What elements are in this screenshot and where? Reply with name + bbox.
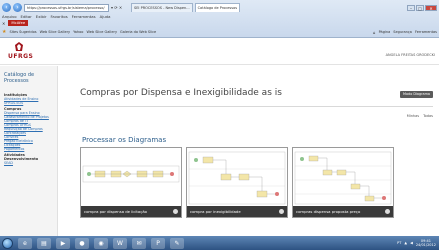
diagram-mode-button[interactable]: Modo Diagrama: [400, 91, 433, 98]
command-ferramentas[interactable]: Ferramentas: [415, 30, 437, 35]
paint-icon[interactable]: ✎: [170, 237, 184, 249]
ufrgs-emblem-icon: [15, 42, 23, 51]
sidebar: Catálogo de Processos Instituições Ativi…: [0, 66, 58, 236]
system-tray: PT ▲ ◀ 09:41 24/01/2012: [397, 239, 439, 247]
address-bar[interactable]: https://processos.ufrgs.br/sistema/proce…: [24, 3, 109, 12]
bpmn-diagram-thumbnail: [188, 151, 286, 205]
menu-favoritos[interactable]: Favoritos: [51, 14, 68, 20]
action-todas[interactable]: Todas: [423, 114, 433, 118]
clock-date: 24/01/2012: [415, 243, 436, 247]
language-indicator[interactable]: PT: [397, 241, 401, 245]
mcafee-button[interactable]: McAfee: [8, 20, 29, 26]
play-icon[interactable]: [173, 209, 178, 214]
card-caption-text: compra por dispensa de licitação: [84, 209, 147, 214]
tab-sei-processos[interactable]: SEI PROCESSOS - New Dispen...: [131, 3, 193, 12]
tab-catalogo[interactable]: Catálogo de Processos: [194, 3, 241, 12]
home-icon[interactable]: ⌂: [373, 30, 376, 35]
forward-arrow-icon[interactable]: ›: [13, 3, 22, 12]
bpmn-diagram-thumbnail: [82, 165, 180, 183]
view-actions: Minhas Todas: [407, 114, 433, 118]
site-header: UFRGS ANGELA FREITAS GRODECKI: [0, 39, 439, 65]
menu-ferramentas[interactable]: Ferramentas: [72, 14, 96, 20]
window-controls: – □ ✕: [407, 4, 437, 11]
bpmn-diagram-thumbnail: [294, 151, 392, 205]
menu-ajuda[interactable]: Ajuda: [100, 14, 111, 20]
command-bar: ⌂ Página Segurança Ferramentas: [373, 30, 437, 35]
volume-icon[interactable]: ◀: [410, 241, 413, 245]
chrome-icon[interactable]: ◉: [94, 237, 108, 249]
play-icon[interactable]: [279, 209, 284, 214]
command-pagina[interactable]: Página: [379, 30, 391, 35]
taskbar: e ▤ ▶ ● ◉ W ✉ P ✎ PT ▲ ◀ 09:41 24/01/201…: [0, 236, 439, 250]
diagram-card[interactable]: compra por inexigibilidade: [186, 147, 288, 218]
internet-explorer-icon[interactable]: e: [18, 237, 32, 249]
network-icon[interactable]: ▲: [404, 241, 407, 245]
folder-icon[interactable]: ▤: [37, 237, 51, 249]
favorites-bar: ★ Sites Sugeridos Web Slice Gallery Yaho…: [2, 28, 437, 36]
browser-chrome: ‹ › https://processos.ufrgs.br/sistema/p…: [0, 0, 439, 38]
favorite-link[interactable]: Yahoo: [73, 30, 83, 34]
divider: [80, 106, 433, 107]
card-caption-text: compras dispensa proposta preço: [296, 209, 361, 214]
main-content: Compras por Dispensa e Inexigibilidade a…: [60, 66, 439, 236]
firefox-icon[interactable]: ●: [75, 237, 89, 249]
favorite-link[interactable]: Web Slice Gallery: [40, 30, 71, 34]
section-title: Processar os Diagramas: [82, 136, 167, 144]
logo-text: UFRGS: [8, 53, 34, 60]
diagram-cards: compra por dispensa de licitação compra …: [80, 147, 394, 218]
card-caption: compras dispensa proposta preço: [293, 206, 393, 217]
word-icon[interactable]: W: [113, 237, 127, 249]
start-button[interactable]: [2, 237, 13, 249]
navigation-bar: ‹ › https://processos.ufrgs.br/sistema/p…: [2, 2, 437, 13]
user-name[interactable]: ANGELA FREITAS GRODECKI: [386, 53, 435, 57]
menu-exibir[interactable]: Exibir: [36, 14, 47, 20]
sidebar-title[interactable]: Catálogo de Processos: [4, 72, 53, 84]
close-toolbar-icon[interactable]: ✕: [2, 21, 5, 26]
minimize-icon[interactable]: –: [407, 4, 415, 11]
page-title: Compras por Dispensa e Inexigibilidade a…: [80, 88, 282, 98]
ufrgs-logo[interactable]: UFRGS: [8, 42, 34, 60]
close-icon[interactable]: ✕: [425, 4, 437, 11]
media-player-icon[interactable]: ▶: [56, 237, 70, 249]
powerpoint-icon[interactable]: P: [151, 237, 165, 249]
card-caption: compra por inexigibilidade: [187, 206, 287, 217]
command-seguranca[interactable]: Segurança: [393, 30, 412, 35]
sidebar-link[interactable]: SEAD: [4, 161, 53, 165]
sidebar-link[interactable]: Pagamentos: [4, 147, 53, 151]
play-icon[interactable]: [385, 209, 390, 214]
back-arrow-icon[interactable]: ‹: [2, 3, 11, 12]
diagram-card[interactable]: compra por dispensa de licitação: [80, 147, 182, 218]
refresh-icon[interactable]: ▾ ⟳ ✕: [111, 5, 129, 10]
sidebar-link[interactable]: UFRGS-SOS: [4, 101, 53, 105]
card-caption-text: compra por inexigibilidade: [190, 209, 241, 214]
star-icon[interactable]: ★: [2, 29, 6, 35]
addon-toolbar: ✕ McAfee: [2, 20, 29, 26]
maximize-icon[interactable]: □: [416, 4, 424, 11]
card-caption: compra por dispensa de licitação: [81, 206, 181, 217]
favorite-link[interactable]: Sites Sugeridos: [9, 30, 36, 34]
favorite-link[interactable]: Galeria do Web Slice: [120, 30, 156, 34]
favorite-link[interactable]: Web Slice Gallery: [86, 30, 117, 34]
action-minhas[interactable]: Minhas: [407, 114, 419, 118]
clock[interactable]: 09:41 24/01/2012: [416, 239, 436, 247]
sidebar-section-heading: Atividades Desenvolvimento: [4, 153, 39, 161]
outlook-icon[interactable]: ✉: [132, 237, 146, 249]
diagram-card[interactable]: compras dispensa proposta preço: [292, 147, 394, 218]
